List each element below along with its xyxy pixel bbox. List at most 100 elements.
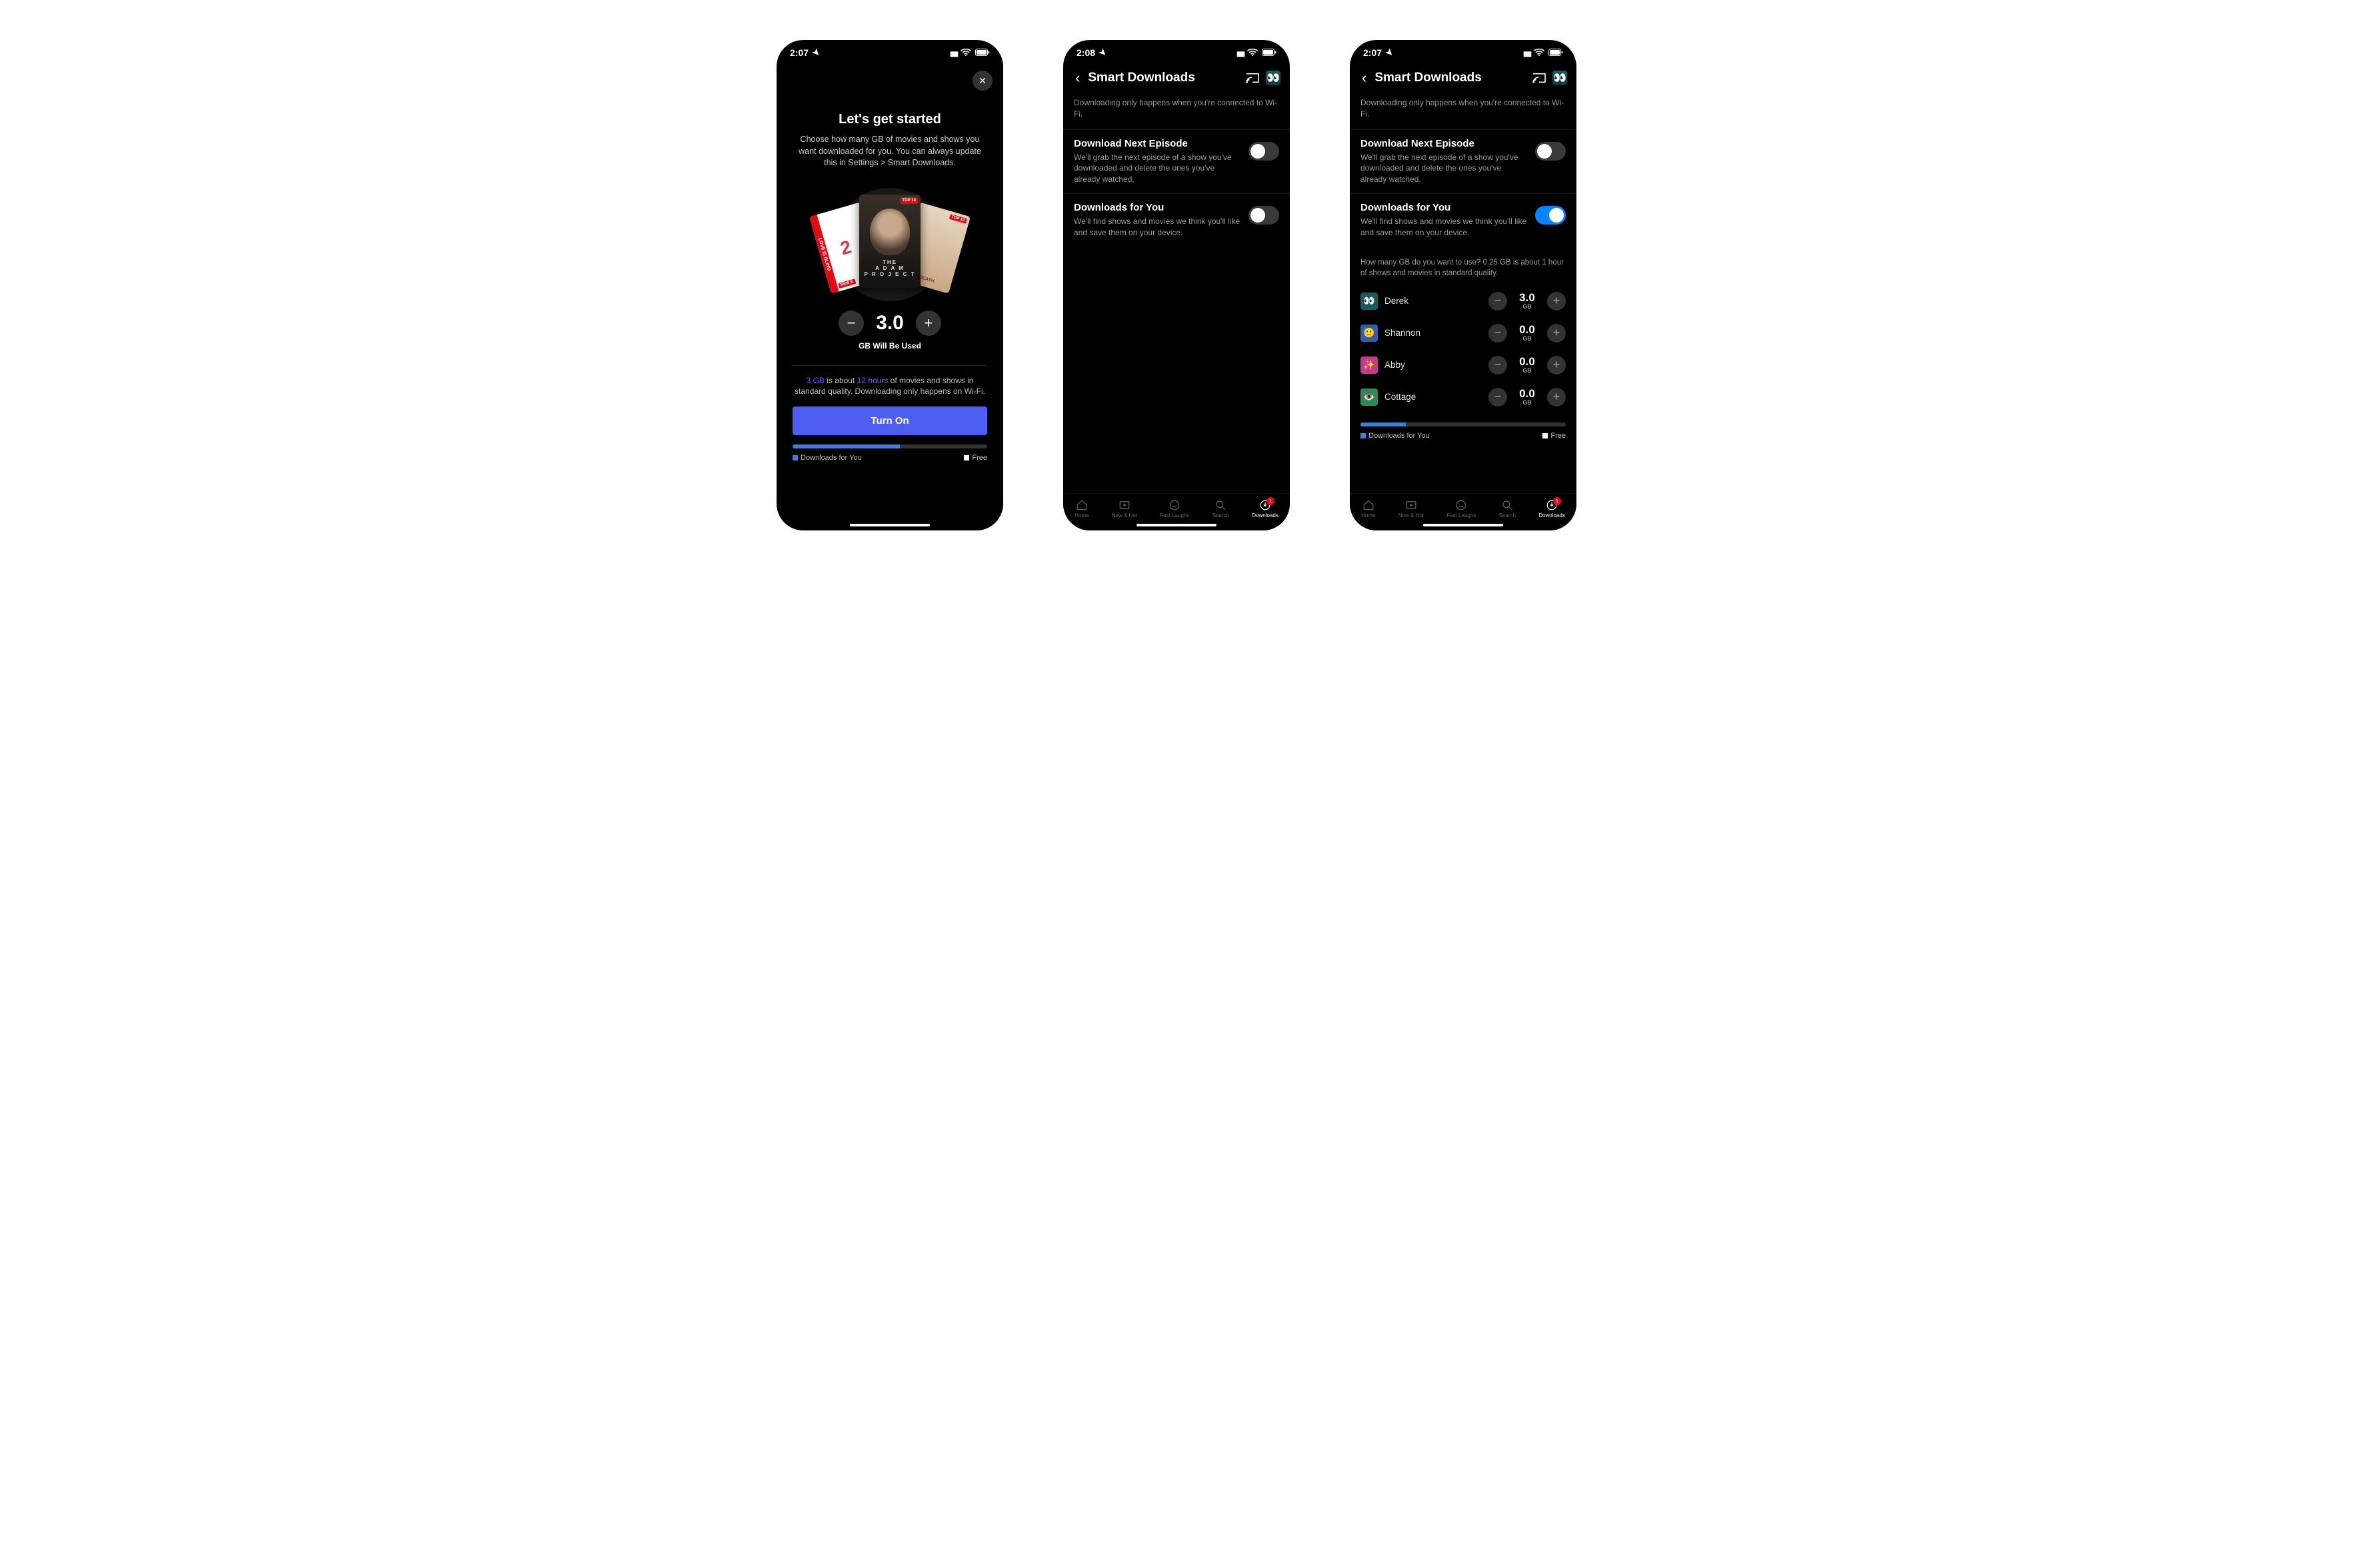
increment-button[interactable]: +: [1547, 388, 1566, 406]
toggle-download-next[interactable]: [1535, 142, 1566, 161]
tab-icon: [1119, 499, 1131, 511]
increment-button[interactable]: +: [1547, 292, 1566, 311]
gb-label: GB Will Be Used: [793, 341, 987, 351]
tab-search[interactable]: Search: [1212, 499, 1229, 518]
phone-smart-downloads-off: 2:08 ➤ ‹ Smart Downloads 👀 Downloading o…: [1063, 40, 1290, 530]
setting-title: Downloads for You: [1360, 202, 1527, 213]
toggle-download-next[interactable]: [1248, 142, 1279, 161]
location-icon: ➤: [1097, 46, 1109, 59]
setting-downloads-for-you: Downloads for You We'll find shows and m…: [1063, 193, 1290, 247]
tab-search[interactable]: Search: [1499, 499, 1516, 518]
status-bar: 2:07 ➤: [1350, 40, 1576, 65]
storage-fill: [793, 444, 900, 448]
tab-downloads[interactable]: Downloads 1: [1538, 499, 1565, 518]
tab-badge: 1: [1553, 497, 1561, 505]
toggle-downloads-for-you[interactable]: [1535, 206, 1566, 225]
profile-gb: 3.0GB: [1514, 292, 1540, 310]
tab-icon: [1214, 499, 1226, 511]
tab-label: Search: [1212, 512, 1229, 518]
home-indicator[interactable]: [1423, 524, 1503, 526]
setting-subtitle: We'll find shows and movies we think you…: [1074, 216, 1240, 239]
setting-downloads-for-you: Downloads for You We'll find shows and m…: [1350, 193, 1576, 247]
decrement-button[interactable]: −: [1488, 324, 1507, 343]
tab-label: Fast Laughs: [1160, 512, 1189, 518]
profile-row: 👁️ Cottage−0.0GB +: [1350, 381, 1576, 413]
close-icon: ✕: [979, 75, 987, 87]
tab-label: New & Hot: [1398, 512, 1424, 518]
cast-icon[interactable]: [1531, 71, 1547, 85]
setting-subtitle: We'll find shows and movies we think you…: [1360, 216, 1527, 239]
status-time: 2:07: [790, 47, 809, 58]
tab-icon: [1455, 499, 1467, 511]
tab-home[interactable]: Home: [1361, 499, 1375, 518]
profile-gb: 0.0GB: [1514, 356, 1540, 374]
increment-button[interactable]: +: [916, 311, 941, 336]
profile-row: ✨ Abby−0.0GB +: [1350, 349, 1576, 381]
increment-button[interactable]: +: [1547, 356, 1566, 375]
tab-new-hot[interactable]: New & Hot: [1112, 499, 1137, 518]
tab-label: Home: [1361, 512, 1375, 518]
home-indicator[interactable]: [1137, 524, 1216, 526]
back-button[interactable]: ‹: [1359, 69, 1369, 87]
wifi-hint: Downloading only happens when you're con…: [1063, 91, 1290, 129]
tab-fast-laughs[interactable]: Fast Laughs: [1160, 499, 1189, 518]
close-button[interactable]: ✕: [973, 71, 993, 91]
back-button[interactable]: ‹: [1073, 69, 1083, 87]
poster-center: TOP 10 THE A D A M P R O J E C T: [859, 195, 921, 288]
increment-button[interactable]: +: [1547, 324, 1566, 343]
tab-icon: [1076, 499, 1088, 511]
profile-gb: 0.0GB: [1514, 388, 1540, 406]
profile-avatar: 👁️: [1360, 389, 1378, 406]
tab-label: Home: [1075, 512, 1089, 518]
turn-on-button[interactable]: Turn On: [793, 406, 987, 435]
profile-avatar-icon[interactable]: 👀: [1552, 71, 1567, 85]
profile-avatar: ✨: [1360, 357, 1378, 374]
page-title: Let's get started: [793, 112, 987, 127]
tab-label: Downloads: [1252, 512, 1278, 518]
storage-legend: Downloads for You Free: [1360, 432, 1566, 440]
tab-label: New & Hot: [1112, 512, 1137, 518]
page-subtitle: Choose how many GB of movies and shows y…: [793, 134, 987, 169]
artwork-group: LOVE IS BLIND 2 NEW E TOP 10 RDEATH TOP …: [793, 181, 987, 308]
info-text: 3 GB is about 12 hours of movies and sho…: [793, 375, 987, 398]
home-indicator[interactable]: [850, 524, 930, 526]
setting-title: Download Next Episode: [1074, 138, 1240, 149]
nav-bar: ‹ Smart Downloads 👀: [1063, 65, 1290, 91]
cast-icon[interactable]: [1244, 71, 1260, 85]
decrement-button[interactable]: −: [1488, 292, 1507, 311]
profile-name: Cottage: [1384, 392, 1482, 402]
setting-title: Downloads for You: [1074, 202, 1240, 213]
phone-get-started: 2:07 ➤ ✕ Let's get started Choose how ma…: [777, 40, 1003, 530]
tab-fast-laughs[interactable]: Fast Laughs: [1446, 499, 1476, 518]
setting-download-next: Download Next Episode We'll grab the nex…: [1350, 129, 1576, 193]
profile-name: Derek: [1384, 296, 1482, 306]
profile-name: Shannon: [1384, 328, 1482, 338]
profile-gb: 0.0GB: [1514, 324, 1540, 342]
location-icon: ➤: [810, 46, 823, 59]
wifi-icon: [961, 48, 971, 58]
wifi-hint: Downloading only happens when you're con…: [1350, 91, 1576, 129]
tab-badge: 1: [1266, 497, 1274, 505]
status-bar: 2:07 ➤: [777, 40, 1003, 65]
decrement-button[interactable]: −: [1488, 356, 1507, 375]
decrement-button[interactable]: −: [1488, 388, 1507, 406]
tab-downloads[interactable]: Downloads 1: [1252, 499, 1278, 518]
tab-new-hot[interactable]: New & Hot: [1398, 499, 1424, 518]
profile-avatar-icon[interactable]: 👀: [1266, 71, 1280, 85]
phone-smart-downloads-on: 2:07 ➤ ‹ Smart Downloads 👀 Downloading o…: [1350, 40, 1576, 530]
location-icon: ➤: [1383, 46, 1396, 59]
profile-row: 🙂Shannon−0.0GB+: [1350, 317, 1576, 349]
setting-subtitle: We'll grab the next episode of a show yo…: [1360, 152, 1527, 185]
decrement-button[interactable]: −: [839, 311, 864, 336]
battery-icon: [975, 48, 990, 58]
setting-download-next: Download Next Episode We'll grab the nex…: [1063, 129, 1290, 193]
tab-home[interactable]: Home: [1075, 499, 1089, 518]
gb-value: 3.0: [876, 312, 904, 335]
tab-label: Downloads: [1538, 512, 1565, 518]
setting-title: Download Next Episode: [1360, 138, 1527, 149]
profile-name: Abby: [1384, 360, 1482, 370]
nav-title: Smart Downloads: [1374, 71, 1526, 85]
toggle-downloads-for-you[interactable]: [1248, 206, 1279, 225]
nav-bar: ‹ Smart Downloads 👀: [1350, 65, 1576, 91]
tab-icon: [1169, 499, 1180, 511]
